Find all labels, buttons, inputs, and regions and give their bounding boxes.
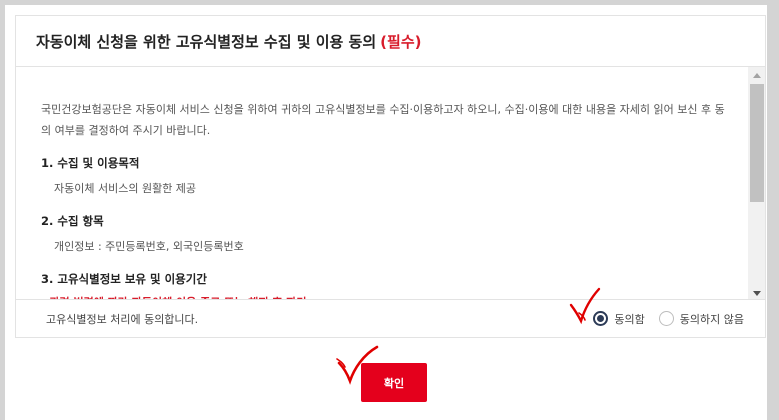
required-tag: (필수): [380, 32, 422, 51]
section-body: 자동이체 서비스의 원활한 제공: [54, 182, 197, 195]
radio-checked-icon[interactable]: [593, 311, 609, 326]
terms-scroll-area[interactable]: 국민건강보험공단은 자동이체 서비스 신청을 위하여 귀하의 고유식별정보를 수…: [16, 67, 765, 300]
section-body: - 관련 법령에 따라 자동이체 이용 종료 또는 해지 후 파기: [41, 291, 731, 299]
agree-radio[interactable]: 동의함: [593, 311, 645, 327]
scrollbar-thumb[interactable]: [750, 84, 764, 202]
disagree-radio[interactable]: 동의하지 않음: [658, 311, 744, 327]
consent-radio-group: 동의함 동의하지 않음: [579, 300, 744, 337]
page-title: 자동이체 신청을 위한 고유식별정보 수집 및 이용 동의 (필수): [36, 31, 421, 52]
section-title: 1. 수집 및 이용목적: [41, 156, 140, 170]
terms-content: 국민건강보험공단은 자동이체 서비스 신청을 위하여 귀하의 고유식별정보를 수…: [41, 99, 731, 299]
confirm-button[interactable]: 확인: [361, 363, 427, 402]
agree-label: 고유식별정보 처리에 동의합니다.: [46, 312, 199, 326]
vertical-scrollbar[interactable]: [748, 67, 765, 299]
scroll-up-icon[interactable]: [753, 73, 761, 78]
section-body: 개인정보 : 주민등록번호, 외국인등록번호: [54, 240, 244, 253]
consent-panel: 자동이체 신청을 위한 고유식별정보 수집 및 이용 동의 (필수) 국민건강보험…: [15, 15, 766, 338]
agree-row: 고유식별정보 처리에 동의합니다. 동의함 동의하지 않음: [16, 300, 765, 337]
intro-text: 국민건강보험공단은 자동이체 서비스 신청을 위하여 귀하의 고유식별정보를 수…: [41, 103, 725, 137]
agree-radio-label[interactable]: 동의함: [614, 311, 644, 327]
radio-unchecked-icon[interactable]: [658, 311, 674, 326]
panel-header: 자동이체 신청을 위한 고유식별정보 수집 및 이용 동의 (필수): [16, 16, 765, 67]
section-title: 3. 고유식별정보 보유 및 이용기간: [41, 272, 207, 286]
title-text: 자동이체 신청을 위한 고유식별정보 수집 및 이용 동의: [36, 32, 377, 51]
disagree-radio-label[interactable]: 동의하지 않음: [680, 311, 744, 327]
section-title: 2. 수집 항목: [41, 214, 104, 228]
scroll-down-icon[interactable]: [753, 291, 761, 296]
